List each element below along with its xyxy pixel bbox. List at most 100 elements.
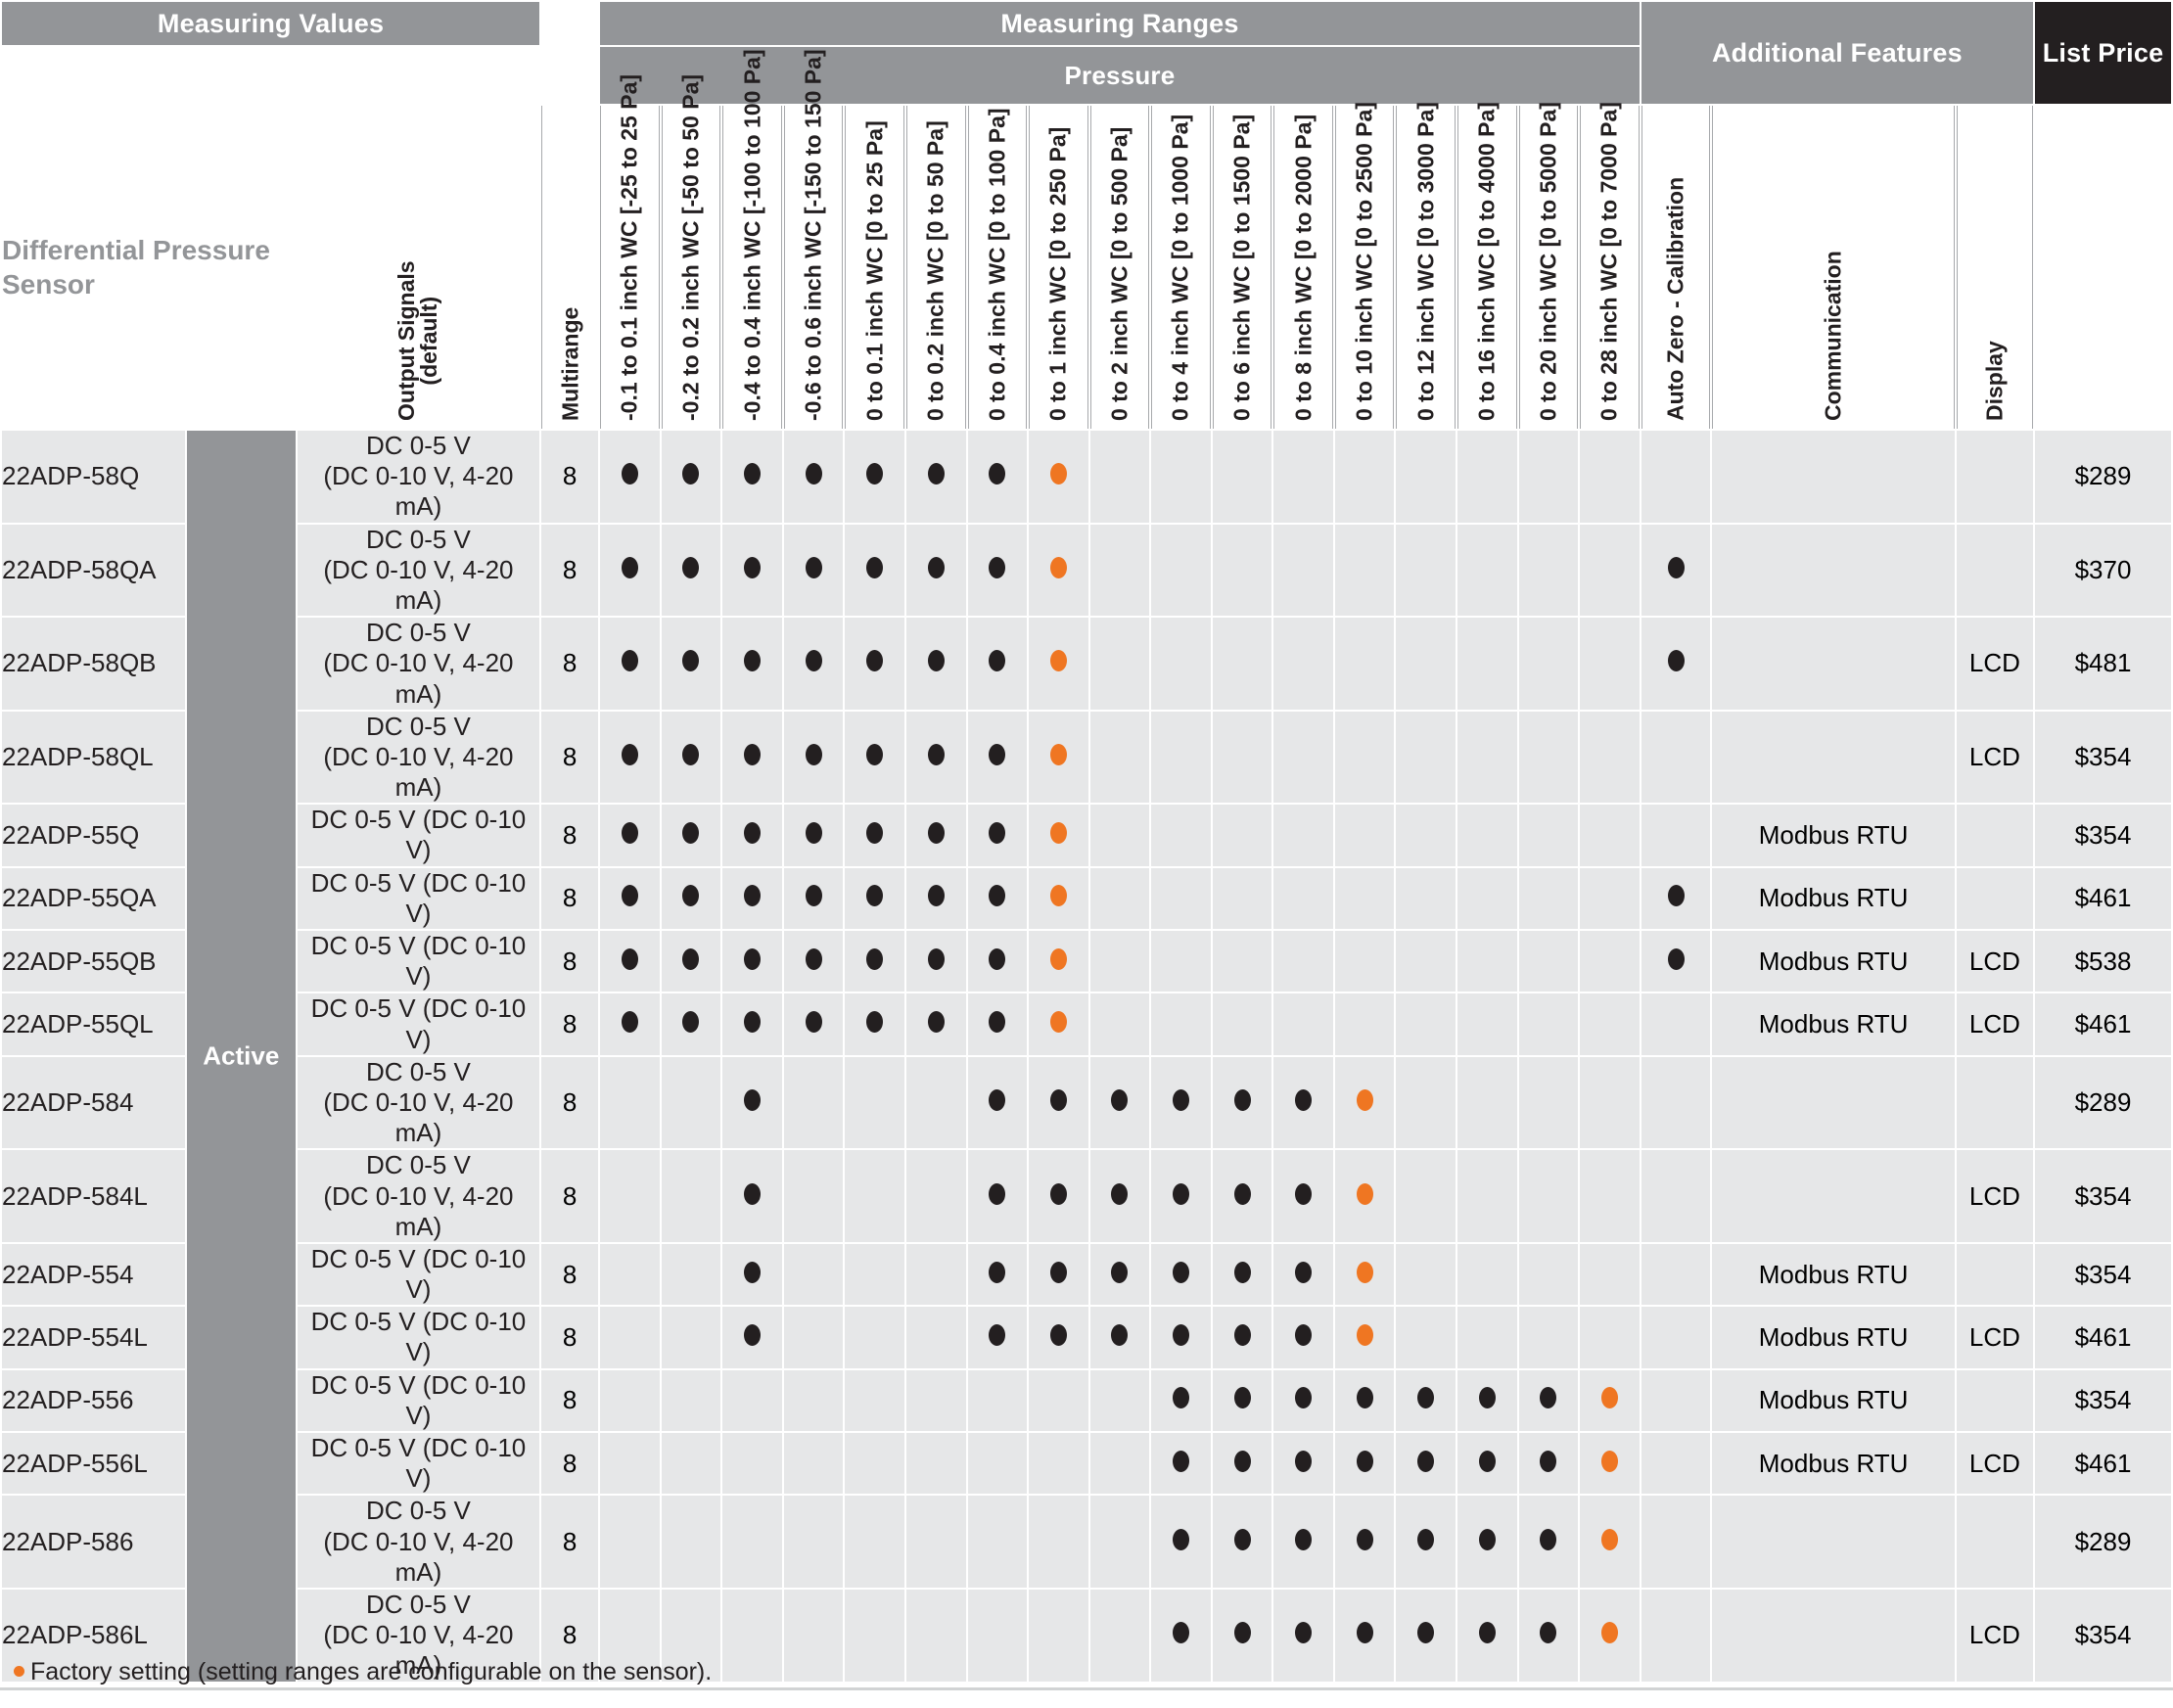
- range-cell-13: [1396, 524, 1456, 617]
- table-row[interactable]: 22ADP-58QL DC 0-5 V (DC 0-10 V, 4-20 mA) 8 L…: [2, 711, 2171, 804]
- col-header-multirange: Multirange: [541, 106, 599, 429]
- multirange-value: 8: [541, 1056, 599, 1149]
- auto-zero-cell: [1641, 993, 1711, 1055]
- range-cell-8: [1089, 993, 1150, 1055]
- table-row[interactable]: 22ADP-55QB DC 0-5 V (DC 0-10 V) 8 Modbus RT…: [2, 931, 2171, 992]
- model-number: 22ADP-55QL: [2, 993, 185, 1055]
- band-additional-features: Additional Features: [1641, 2, 2034, 104]
- table-row[interactable]: 22ADP-55Q DC 0-5 V (DC 0-10 V) 8 Modbus RTU…: [2, 805, 2171, 866]
- range-cell-1: [661, 1496, 721, 1588]
- range-cell-7: [1029, 805, 1088, 866]
- range-cell-3: [783, 1433, 844, 1495]
- range-cell-3: [783, 1056, 844, 1149]
- range-cell-1: [661, 993, 721, 1055]
- table-row[interactable]: 22ADP-556L DC 0-5 V (DC 0-10 V) 8 Modbus RT…: [2, 1433, 2171, 1495]
- available-dot-icon: [682, 821, 700, 844]
- available-dot-icon: [927, 885, 945, 907]
- range-cell-15: [1518, 1433, 1579, 1495]
- multirange-value: 8: [541, 805, 599, 866]
- col-header-range-0: -0.1 to 0.1 inch WC [-25 to 25 Pa]: [600, 74, 660, 429]
- available-dot-icon: [1295, 1261, 1313, 1283]
- table-row[interactable]: 22ADP-584L DC 0-5 V (DC 0-10 V, 4-20 mA) 8 L…: [2, 1150, 2171, 1242]
- display-value: [1956, 1496, 2034, 1588]
- table-row[interactable]: 22ADP-58QA DC 0-5 V (DC 0-10 V, 4-20 mA) 8 $…: [2, 524, 2171, 617]
- list-price-value: $354: [2035, 1589, 2171, 1682]
- communication-value: [1712, 618, 1955, 710]
- range-cell-8: [1089, 618, 1150, 710]
- table-row[interactable]: 22ADP-58QB DC 0-5 V (DC 0-10 V, 4-20 mA) 8 L…: [2, 618, 2171, 710]
- range-cell-11: [1273, 1496, 1333, 1588]
- available-dot-icon: [1172, 1450, 1189, 1472]
- display-value: LCD: [1956, 711, 2034, 804]
- available-dot-icon: [744, 556, 762, 578]
- available-dot-icon: [1417, 1528, 1435, 1550]
- col-header-range-6: 0 to 0.4 inch WC [0 to 100 Pa]: [967, 106, 1028, 429]
- table-row[interactable]: 22ADP-584 DC 0-5 V (DC 0-10 V, 4-20 mA) 8 $2…: [2, 1056, 2171, 1149]
- group-label-active: Active: [186, 431, 296, 1682]
- range-cell-10: [1212, 1056, 1272, 1149]
- available-dot-icon: [805, 650, 822, 672]
- range-cell-13: [1396, 1496, 1456, 1588]
- range-cell-2: [722, 993, 782, 1055]
- model-number: 22ADP-554L: [2, 1307, 185, 1368]
- col-header-range-14: 0 to 16 inch WC [0 to 4000 Pa]: [1457, 102, 1517, 429]
- range-cell-3: [783, 1307, 844, 1368]
- factory-setting-dot-icon: [1049, 1011, 1067, 1034]
- table-row[interactable]: 22ADP-554L DC 0-5 V (DC 0-10 V) 8 Modbus RT…: [2, 1307, 2171, 1368]
- table-row[interactable]: 22ADP-58Q Active DC 0-5 V (DC 0-10 V, 4-20 …: [2, 431, 2171, 1682]
- range-cell-7: [1029, 1056, 1088, 1149]
- range-cell-2: [722, 711, 782, 804]
- range-cell-10: [1212, 1307, 1272, 1368]
- table-row[interactable]: 22ADP-55QL DC 0-5 V (DC 0-10 V) 8 Modbus RT…: [2, 993, 2171, 1055]
- range-cell-4: [845, 1496, 904, 1588]
- range-cell-6: [967, 1243, 1028, 1306]
- range-cell-0: [600, 1496, 660, 1588]
- range-cell-11: [1273, 1307, 1333, 1368]
- range-cell-8: [1089, 1307, 1150, 1368]
- display-value: LCD: [1956, 993, 2034, 1055]
- header-band-row-1: Measuring Values Measuring Ranges Additi…: [2, 2, 2171, 104]
- available-dot-icon: [1172, 1182, 1189, 1205]
- available-dot-icon: [1667, 947, 1685, 970]
- table-row[interactable]: 22ADP-586 DC 0-5 V (DC 0-10 V, 4-20 mA) 8 $2…: [2, 1496, 2171, 1588]
- range-label-3: -0.6 to 0.6 inch WC [-150 to 150 Pa]: [800, 49, 826, 421]
- range-cell-15: [1518, 931, 1579, 992]
- range-cell-14: [1457, 1150, 1517, 1242]
- available-dot-icon: [744, 821, 762, 844]
- range-cell-14: [1457, 1243, 1517, 1306]
- col-header-range-12: 0 to 10 inch WC [0 to 2500 Pa]: [1334, 102, 1395, 429]
- range-cell-3: [783, 1150, 844, 1242]
- available-dot-icon: [927, 743, 945, 765]
- col-header-display: Display: [1956, 106, 2034, 429]
- range-cell-6: [967, 1369, 1028, 1431]
- range-cell-8: [1089, 1433, 1150, 1495]
- range-cell-10: [1212, 867, 1272, 929]
- range-cell-12: [1334, 431, 1395, 523]
- table-row[interactable]: 22ADP-556 DC 0-5 V (DC 0-10 V) 8 Modbus RTU…: [2, 1369, 2171, 1431]
- range-cell-4: [845, 1433, 904, 1495]
- table-row[interactable]: 22ADP-554 DC 0-5 V (DC 0-10 V) 8 Modbus RTU…: [2, 1243, 2171, 1306]
- col-header-range-16: 0 to 28 inch WC [0 to 7000 Pa]: [1580, 102, 1640, 429]
- range-cell-3: [783, 993, 844, 1055]
- list-price-value: $289: [2035, 431, 2171, 523]
- range-cell-2: [722, 1433, 782, 1495]
- available-dot-icon: [1478, 1528, 1496, 1550]
- available-dot-icon: [805, 743, 822, 765]
- range-cell-7: [1029, 1243, 1088, 1306]
- range-cell-4: [845, 524, 904, 617]
- available-dot-icon: [1111, 1323, 1129, 1346]
- range-cell-5: [905, 1150, 966, 1242]
- range-cell-2: [722, 1150, 782, 1242]
- available-dot-icon: [621, 1011, 638, 1034]
- range-cell-10: [1212, 1433, 1272, 1495]
- range-cell-8: [1089, 805, 1150, 866]
- factory-setting-dot-icon: [1049, 556, 1067, 578]
- range-cell-1: [661, 711, 721, 804]
- factory-setting-dot-icon: [14, 1665, 24, 1677]
- range-cell-14: [1457, 431, 1517, 523]
- table-row[interactable]: 22ADP-55QA DC 0-5 V (DC 0-10 V) 8 Modbus RT…: [2, 867, 2171, 929]
- range-cell-13: [1396, 993, 1456, 1055]
- factory-setting-dot-icon: [1356, 1323, 1373, 1346]
- range-cell-7: [1029, 618, 1088, 710]
- range-cell-1: [661, 1307, 721, 1368]
